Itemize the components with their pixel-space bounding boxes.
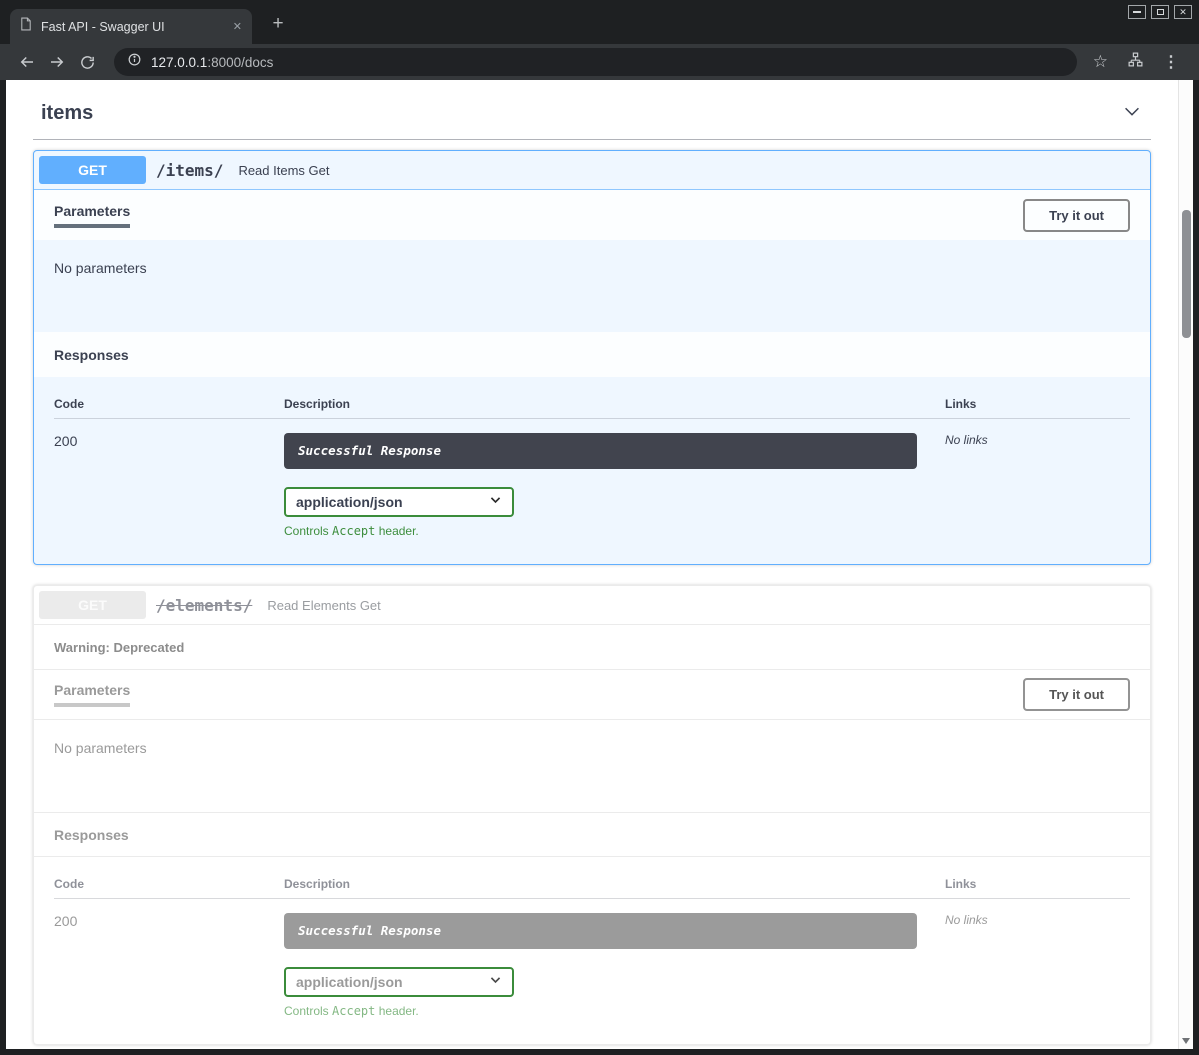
select-chevron-icon bbox=[489, 973, 502, 991]
scrollbar-thumb[interactable] bbox=[1182, 210, 1191, 338]
maximize-icon bbox=[1157, 9, 1164, 15]
section-header-items[interactable]: items bbox=[33, 80, 1151, 140]
parameters-body: No parameters bbox=[34, 240, 1150, 332]
opblock-get-elements-deprecated: GET /elements/ Read Elements Get Warning… bbox=[33, 585, 1151, 1045]
minimize-button[interactable] bbox=[1128, 5, 1146, 19]
parameters-heading: Parameters bbox=[54, 682, 130, 707]
accept-note-prefix: Controls bbox=[284, 524, 332, 538]
opblock-get-items: GET /items/ Read Items Get Parameters Tr… bbox=[33, 150, 1151, 565]
no-parameters-text: No parameters bbox=[54, 260, 147, 276]
tab-title: Fast API - Swagger UI bbox=[41, 20, 227, 34]
select-chevron-icon bbox=[489, 493, 502, 511]
media-type-select[interactable]: application/json bbox=[284, 967, 514, 997]
parameters-heading: Parameters bbox=[54, 203, 130, 228]
response-description-cell: Successful Response application/json Con… bbox=[284, 899, 945, 1018]
swagger-content: items GET /items/ Read Items Get Paramet… bbox=[6, 80, 1178, 1049]
response-links: No links bbox=[945, 899, 1130, 1018]
reload-button[interactable] bbox=[72, 54, 102, 71]
response-description-text: Successful Response bbox=[298, 923, 441, 938]
info-icon[interactable] bbox=[127, 52, 142, 72]
method-badge: GET bbox=[39, 156, 146, 184]
url-text: 127.0.0.1:8000/docs bbox=[151, 55, 273, 70]
opblock-summary[interactable]: GET /elements/ Read Elements Get bbox=[34, 586, 1150, 625]
browser-tab[interactable]: Fast API - Swagger UI ✕ bbox=[10, 9, 252, 44]
links-column-header: Links bbox=[945, 397, 1130, 411]
url-path: :8000/docs bbox=[207, 55, 273, 70]
opblock-body: Parameters Try it out No parameters Resp… bbox=[34, 190, 1150, 564]
method-badge: GET bbox=[39, 591, 146, 619]
opblock-summary[interactable]: GET /items/ Read Items Get bbox=[34, 151, 1150, 190]
description-column-header: Description bbox=[284, 397, 945, 411]
responses-body: Code Description Links 200 Successful Re… bbox=[34, 377, 1150, 564]
description-column-header: Description bbox=[284, 877, 945, 891]
responses-header: Responses bbox=[34, 812, 1150, 857]
responses-header: Responses bbox=[34, 332, 1150, 377]
opblock-body: Warning: Deprecated Parameters Try it ou… bbox=[34, 625, 1150, 1044]
url-bar[interactable]: 127.0.0.1:8000/docs bbox=[114, 48, 1077, 76]
response-code: 200 bbox=[54, 419, 284, 538]
endpoint-path: /elements/ bbox=[156, 596, 252, 615]
response-row: 200 Successful Response application/json bbox=[54, 419, 1130, 538]
responses-body: Code Description Links 200 Successful Re… bbox=[34, 857, 1150, 1044]
accept-note-code: Accept bbox=[332, 524, 375, 538]
response-description-box: Successful Response bbox=[284, 433, 917, 469]
endpoint-path: /items/ bbox=[156, 161, 223, 180]
media-type-select[interactable]: application/json bbox=[284, 487, 514, 517]
accept-note-code: Accept bbox=[332, 1004, 375, 1018]
endpoint-summary: Read Items Get bbox=[238, 163, 329, 178]
accept-note-suffix: header. bbox=[375, 524, 418, 538]
window-controls: ✕ bbox=[1128, 5, 1192, 19]
try-it-out-button[interactable]: Try it out bbox=[1023, 678, 1130, 711]
browser-toolbar: 127.0.0.1:8000/docs ☆ ⋮ bbox=[0, 44, 1199, 80]
forward-button[interactable] bbox=[42, 53, 72, 71]
responses-table-header: Code Description Links bbox=[54, 877, 1130, 899]
try-it-out-button[interactable]: Try it out bbox=[1023, 199, 1130, 232]
network-tree-icon[interactable] bbox=[1127, 51, 1144, 73]
accept-note-suffix: header. bbox=[375, 1004, 418, 1018]
no-parameters-text: No parameters bbox=[54, 740, 147, 756]
media-type-value: application/json bbox=[296, 494, 403, 510]
toolbar-right: ☆ ⋮ bbox=[1093, 51, 1179, 73]
responses-heading: Responses bbox=[54, 347, 129, 363]
back-button[interactable] bbox=[12, 53, 42, 71]
response-row: 200 Successful Response application/json bbox=[54, 899, 1130, 1018]
endpoint-summary: Read Elements Get bbox=[267, 598, 380, 613]
accept-header-note: Controls Accept header. bbox=[284, 1004, 945, 1018]
parameters-header: Parameters Try it out bbox=[34, 190, 1150, 240]
parameters-body: No parameters bbox=[34, 720, 1150, 812]
responses-heading: Responses bbox=[54, 827, 129, 843]
responses-table-header: Code Description Links bbox=[54, 397, 1130, 419]
new-tab-button[interactable]: + bbox=[266, 14, 290, 33]
media-type-value: application/json bbox=[296, 974, 403, 990]
accept-note-prefix: Controls bbox=[284, 1004, 332, 1018]
response-description-cell: Successful Response application/json Con… bbox=[284, 419, 945, 538]
deprecated-warning: Warning: Deprecated bbox=[34, 625, 1150, 669]
response-links: No links bbox=[945, 419, 1130, 538]
maximize-button[interactable] bbox=[1151, 5, 1169, 19]
page-viewport: items GET /items/ Read Items Get Paramet… bbox=[6, 80, 1193, 1049]
minimize-icon bbox=[1133, 11, 1141, 13]
response-description-box: Successful Response bbox=[284, 913, 917, 949]
menu-button[interactable]: ⋮ bbox=[1163, 52, 1179, 72]
section-title: items bbox=[41, 102, 93, 125]
response-description-text: Successful Response bbox=[298, 443, 441, 458]
scroll-down-arrow[interactable] bbox=[1182, 1038, 1190, 1044]
close-button[interactable]: ✕ bbox=[1174, 5, 1192, 19]
window-titlebar: Fast API - Swagger UI ✕ + ✕ bbox=[0, 0, 1199, 44]
tab-close-icon[interactable]: ✕ bbox=[233, 20, 242, 33]
response-code: 200 bbox=[54, 899, 284, 1018]
chevron-down-icon[interactable] bbox=[1121, 100, 1143, 127]
url-host: 127.0.0.1 bbox=[151, 55, 207, 70]
accept-header-note: Controls Accept header. bbox=[284, 524, 945, 538]
code-column-header: Code bbox=[54, 877, 284, 891]
code-column-header: Code bbox=[54, 397, 284, 411]
links-column-header: Links bbox=[945, 877, 1130, 891]
bookmark-star-icon[interactable]: ☆ bbox=[1093, 52, 1108, 72]
document-icon bbox=[20, 17, 32, 36]
scrollbar[interactable] bbox=[1178, 80, 1193, 1049]
parameters-header: Parameters Try it out bbox=[34, 669, 1150, 720]
